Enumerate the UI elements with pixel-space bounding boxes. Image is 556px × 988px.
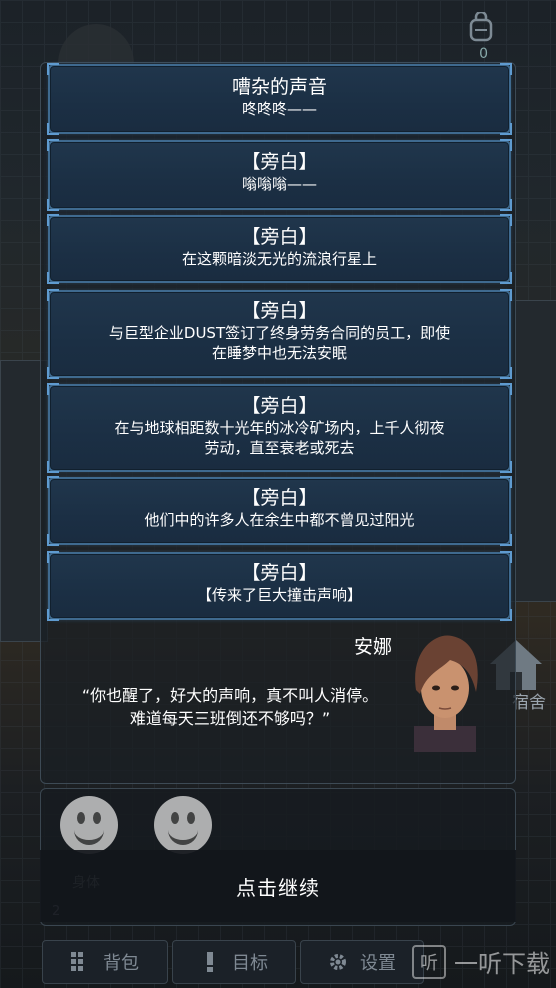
entry-speaker: 【旁白】 [241, 487, 318, 509]
dialog-entry: 【旁白】 与巨型企业DUST签订了终身劳务合同的员工，即使 在睡梦中也无法安眠 [47, 289, 512, 379]
dialogue-line: “你也醒了，好大的声响，真不叫人消停。 [81, 686, 379, 705]
entry-text: 在睡梦中也无法安眠 [211, 344, 347, 362]
entry-text: 在这颗暗淡无光的流浪行星上 [181, 250, 377, 268]
speaker-portrait [414, 635, 478, 752]
dialogue-line: 难道每天三班倒还不够吗？” [129, 709, 331, 728]
grid-icon [71, 952, 83, 971]
bag-button[interactable]: 背包 [42, 940, 168, 984]
body-status-icon [60, 796, 118, 854]
goal-button-label: 目标 [232, 953, 268, 974]
bag-button-label: 背包 [103, 953, 139, 974]
dialog-entry: 嘈杂的声音 咚咚咚—— [47, 63, 512, 135]
entry-speaker: 【旁白】 [241, 151, 318, 173]
entry-text: 他们中的许多人在余生中都不曾见过阳光 [144, 511, 415, 529]
goal-button[interactable]: 目标 [172, 940, 296, 984]
entry-speaker: 【旁白】 [241, 562, 318, 584]
settings-button[interactable]: 设置 [300, 940, 424, 984]
entry-text: 在与地球相距数十光年的冰冷矿场内，上千人彻夜 [114, 419, 445, 437]
gear-icon [330, 954, 346, 970]
dialog-entry: 【旁白】 嗡嗡嗡—— [47, 139, 512, 211]
entry-text: 咚咚咚—— [241, 100, 317, 118]
current-dialogue-text: “你也醒了，好大的声响，真不叫人消停。 难道每天三班倒还不够吗？” [60, 684, 400, 730]
watermark-logo-icon: 听 [412, 944, 446, 979]
dialog-entry: 【旁白】 【传来了巨大撞击声响】 [47, 551, 512, 621]
dorm-label[interactable]: 宿舍 [512, 688, 546, 713]
entry-speaker: 【旁白】 [241, 226, 318, 248]
watermark: 听 一听下载 [412, 944, 550, 979]
backpack-icon[interactable] [468, 12, 494, 42]
current-speaker-name: 安娜 [354, 636, 393, 658]
dialog-entry: 【旁白】 在这颗暗淡无光的流浪行星上 [47, 214, 512, 284]
entry-text: 劳动，直至衰老或死去 [204, 439, 355, 457]
dialog-entry: 【旁白】 在与地球相距数十光年的冰冷矿场内，上千人彻夜 劳动，直至衰老或死去 [47, 383, 512, 473]
entry-speaker: 【旁白】 [241, 300, 318, 322]
continue-button[interactable]: 点击继续 [40, 850, 516, 922]
entry-text: 嗡嗡嗡—— [241, 175, 317, 193]
entry-speaker: 【旁白】 [241, 395, 318, 417]
entry-text: 【传来了巨大撞击声响】 [196, 586, 362, 604]
entry-speaker: 嘈杂的声音 [231, 76, 327, 98]
mood-status-icon [154, 796, 212, 854]
watermark-text: 一听下载 [454, 950, 550, 978]
settings-button-label: 设置 [360, 953, 396, 974]
entry-text: 与巨型企业DUST签订了终身劳务合同的员工，即使 [108, 324, 451, 342]
exclamation-icon [207, 952, 213, 972]
backpack-count: 0 [479, 46, 488, 62]
dialog-entry: 【旁白】 他们中的许多人在余生中都不曾见过阳光 [47, 476, 512, 546]
